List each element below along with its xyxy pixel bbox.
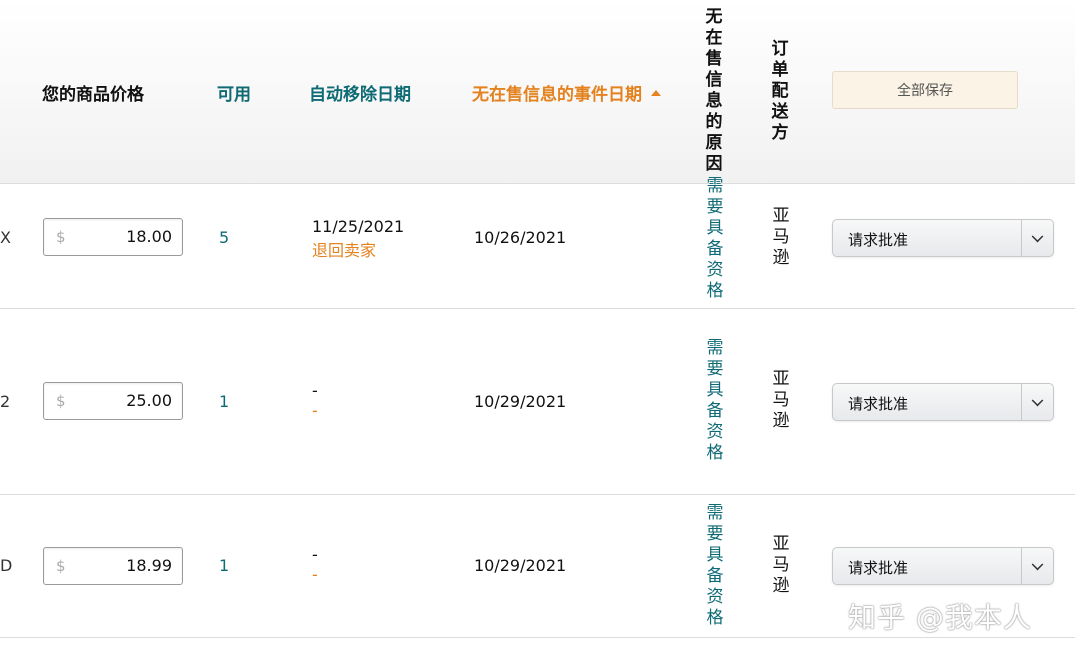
- shipped-by: 亚 马 逊: [772, 369, 790, 431]
- reason-link[interactable]: 需 要 具 备 资 格: [705, 503, 725, 629]
- price-input[interactable]: $ 25.00: [43, 382, 183, 420]
- remove-date: -: [312, 545, 318, 564]
- price-value: 18.99: [126, 556, 172, 575]
- table-header: 您的商品价格 可用 自动移除日期 无在售信息的事件日期 无 在 售 信 息 的 …: [0, 0, 1075, 184]
- table-row: 2 $ 25.00 1 - - 10/29/2021 需 要 具 备 资 格 亚…: [0, 309, 1075, 495]
- action-select[interactable]: 请求批准: [832, 219, 1054, 257]
- shipped-by: 亚 马 逊: [772, 534, 790, 596]
- currency-symbol: $: [56, 228, 66, 246]
- column-header-reason: 无 在 售 信 息 的 原 因: [705, 7, 723, 174]
- column-header-event-date-label: 无在售信息的事件日期: [472, 85, 642, 105]
- price-value: 18.00: [126, 227, 172, 246]
- remove-date: 11/25/2021: [312, 217, 405, 236]
- price-input[interactable]: $ 18.00: [43, 218, 183, 256]
- remove-note: 退回卖家: [312, 241, 377, 260]
- sku-cell: X: [0, 228, 11, 247]
- sku-cell: D: [0, 556, 13, 575]
- select-divider: [1021, 548, 1022, 584]
- action-select[interactable]: 请求批准: [832, 547, 1054, 585]
- remove-note: -: [312, 565, 318, 584]
- sku-cell: 2: [0, 392, 11, 411]
- remove-note: -: [312, 401, 318, 420]
- action-select-label: 请求批准: [848, 395, 909, 413]
- currency-symbol: $: [56, 392, 66, 410]
- available-link[interactable]: 1: [219, 556, 229, 575]
- price-input[interactable]: $ 18.99: [43, 547, 183, 585]
- save-all-button[interactable]: 全部保存: [832, 71, 1018, 109]
- action-select-label: 请求批准: [848, 231, 909, 249]
- chevron-down-icon: [1031, 558, 1044, 571]
- column-header-shipped-by: 订 单 配 送 方: [771, 39, 789, 143]
- reason-link[interactable]: 需 要 具 备 资 格: [705, 176, 725, 302]
- select-divider: [1021, 220, 1022, 256]
- event-date: 10/26/2021: [474, 228, 567, 247]
- shipped-by: 亚 马 逊: [772, 206, 790, 268]
- table-row: X $ 18.00 5 11/25/2021 退回卖家 10/26/2021 需…: [0, 176, 1075, 309]
- column-header-price: 您的商品价格: [42, 85, 144, 105]
- select-divider: [1021, 384, 1022, 420]
- column-header-auto-remove-date[interactable]: 自动移除日期: [309, 80, 411, 105]
- event-date: 10/29/2021: [474, 392, 567, 411]
- action-select[interactable]: 请求批准: [832, 383, 1054, 421]
- column-header-available[interactable]: 可用: [217, 80, 251, 105]
- sort-ascending-icon: [651, 90, 661, 96]
- watermark: 知乎 @我本人: [848, 601, 1032, 634]
- price-value: 25.00: [126, 391, 172, 410]
- reason-link[interactable]: 需 要 具 备 资 格: [705, 338, 725, 464]
- available-link[interactable]: 1: [219, 392, 229, 411]
- chevron-down-icon: [1031, 394, 1044, 407]
- chevron-down-icon: [1031, 230, 1044, 243]
- available-link[interactable]: 5: [219, 228, 229, 247]
- remove-date: -: [312, 381, 318, 400]
- column-header-event-date[interactable]: 无在售信息的事件日期: [472, 80, 661, 105]
- event-date: 10/29/2021: [474, 556, 567, 575]
- currency-symbol: $: [56, 557, 66, 575]
- action-select-label: 请求批准: [848, 559, 909, 577]
